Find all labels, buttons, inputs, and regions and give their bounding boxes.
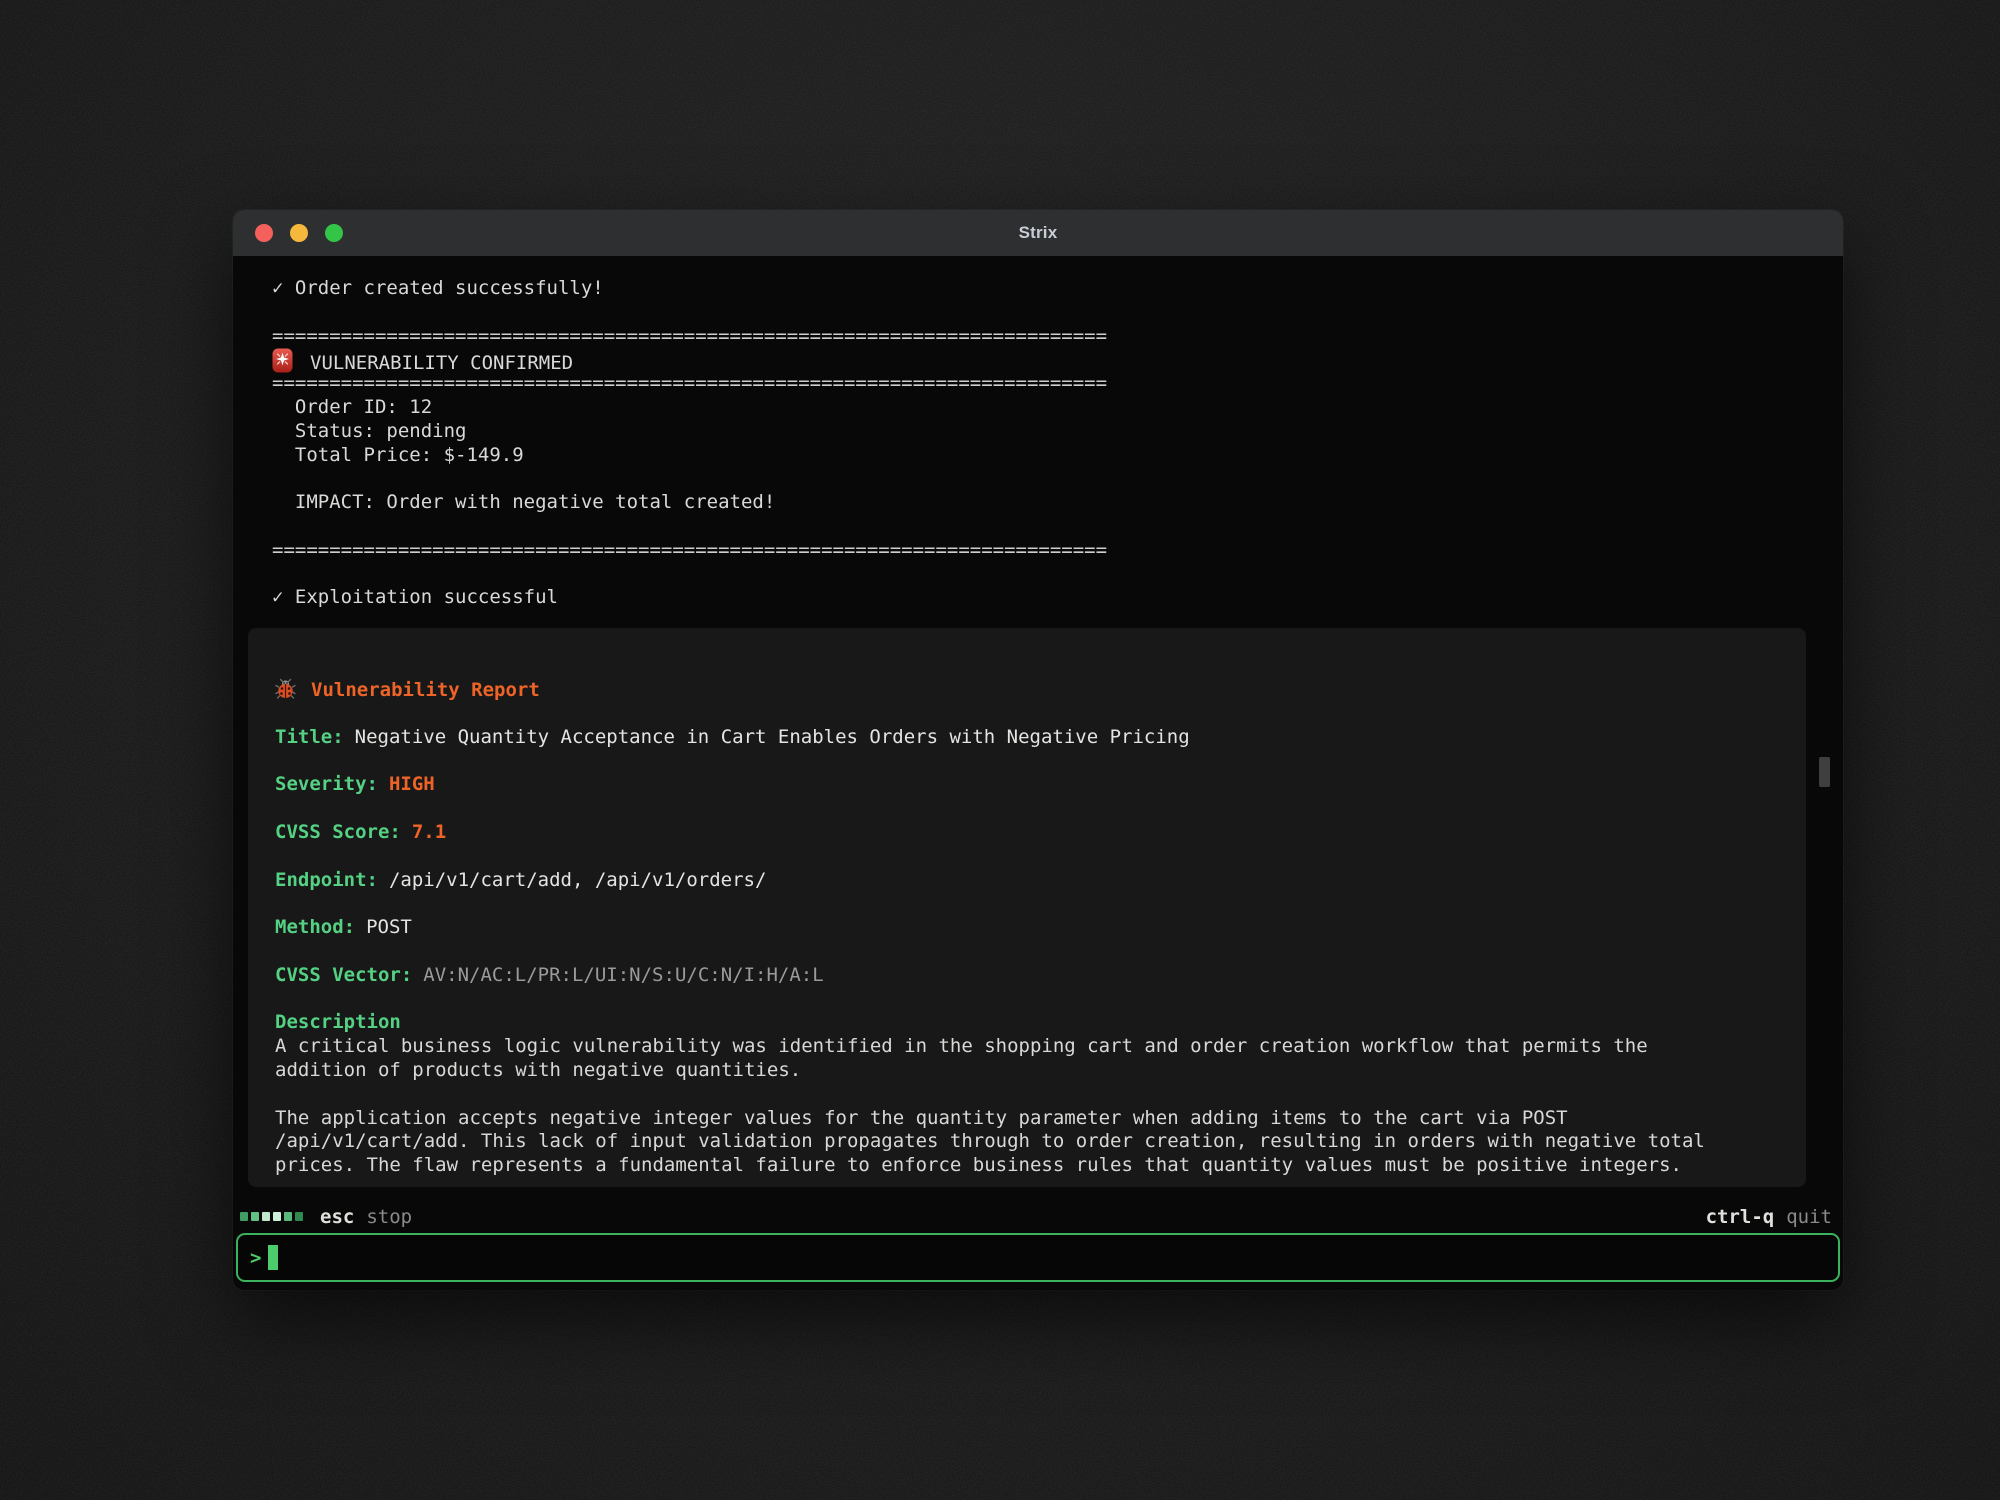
vulnerability-report-panel: Vulnerability Report Title: Negative Quan…	[248, 628, 1806, 1187]
report-header-line: Vulnerability Report	[275, 678, 1779, 702]
status-right: ctrl-q quit	[1706, 1206, 1832, 1228]
description-text: prices. The flaw represents a fundamenta…	[275, 1154, 1779, 1178]
blank-line	[233, 467, 1843, 491]
separator-line: ========================================…	[233, 372, 1843, 396]
blank-line	[233, 563, 1843, 587]
field-method: Method: POST	[275, 916, 1779, 940]
log-line-status: Status: pending	[233, 420, 1843, 444]
terminal-output: ✓ Order created successfully! ==========…	[233, 256, 1843, 1200]
field-value: /api/v1/cart/add, /api/v1/orders/	[389, 869, 767, 891]
blank-line	[275, 1083, 1779, 1107]
window-title: Strix	[1019, 223, 1058, 243]
log-line-total-price: Total Price: $-149.9	[233, 444, 1843, 468]
blank-line	[275, 988, 1779, 1012]
description-text: addition of products with negative quant…	[275, 1059, 1779, 1083]
minimize-button[interactable]	[290, 224, 308, 242]
blank-line	[233, 301, 1843, 325]
blank-line	[233, 515, 1843, 539]
traffic-lights	[244, 210, 343, 256]
separator-line: ========================================…	[233, 325, 1843, 349]
log-line-impact: IMPACT: Order with negative total create…	[233, 491, 1843, 515]
scrollbar-thumb[interactable]	[1819, 757, 1830, 787]
field-value: Negative Quantity Acceptance in Cart Ena…	[355, 726, 1190, 748]
field-endpoint: Endpoint: /api/v1/cart/add, /api/v1/order…	[275, 869, 1779, 893]
ctrl-q-key-hint: ctrl-q	[1706, 1206, 1775, 1228]
status-left: esc stop	[240, 1206, 412, 1228]
bug-icon	[275, 678, 296, 706]
field-label: Endpoint:	[275, 869, 378, 891]
desktop-background: Strix ✓ Order created successfully! ====…	[0, 0, 2000, 1500]
field-value: POST	[366, 916, 412, 938]
status-bar: esc stop ctrl-q quit	[233, 1203, 1843, 1230]
titlebar: Strix	[233, 210, 1843, 256]
description-text: The application accepts negative integer…	[275, 1107, 1779, 1131]
field-severity: Severity: HIGH	[275, 773, 1779, 797]
log-line-exploitation: ✓ Exploitation successful	[233, 586, 1843, 610]
field-label: Severity:	[275, 773, 378, 795]
report-title: Vulnerability Report	[311, 679, 540, 701]
blank-line	[275, 750, 1779, 774]
field-cvss-vector: CVSS Vector: AV:N/AC:L/PR:L/UI:N/S:U/C:N/…	[275, 964, 1779, 988]
severity-badge: HIGH	[389, 773, 435, 795]
strix-window: Strix ✓ Order created successfully! ====…	[233, 210, 1843, 1290]
esc-key-hint: esc	[320, 1206, 354, 1228]
log-line-banner: VULNERABILITY CONFIRMED	[233, 348, 1843, 372]
field-label: Method:	[275, 916, 355, 938]
log-line-order-id: Order ID: 12	[233, 396, 1843, 420]
log-line-order-created: ✓ Order created successfully!	[233, 277, 1843, 301]
field-label: CVSS Vector:	[275, 964, 412, 986]
description-text: /api/v1/cart/add. This lack of input val…	[275, 1130, 1779, 1154]
prompt-symbol: >	[250, 1247, 261, 1269]
text-cursor	[268, 1245, 278, 1270]
blank-line	[275, 845, 1779, 869]
quit-action-label: quit	[1786, 1206, 1832, 1228]
field-title: Title: Negative Quantity Acceptance in Ca…	[275, 726, 1779, 750]
field-label: CVSS Score:	[275, 821, 401, 843]
activity-spinner	[240, 1212, 303, 1221]
description-text: A critical business logic vulnerability …	[275, 1035, 1779, 1059]
maximize-button[interactable]	[325, 224, 343, 242]
blank-line	[275, 702, 1779, 726]
stop-action-label: stop	[366, 1206, 412, 1228]
cvss-score-value: 7.1	[412, 821, 446, 843]
blank-line	[275, 940, 1779, 964]
field-value: AV:N/AC:L/PR:L/UI:N/S:U/C:N/I:H/A:L	[423, 964, 823, 986]
field-cvss-score: CVSS Score: 7.1	[275, 821, 1779, 845]
separator-line: ========================================…	[233, 539, 1843, 563]
description-heading: Description	[275, 1011, 1779, 1035]
close-button[interactable]	[255, 224, 273, 242]
banner-label: VULNERABILITY CONFIRMED	[310, 352, 573, 374]
blank-line	[275, 797, 1779, 821]
blank-line	[275, 892, 1779, 916]
command-input[interactable]: >	[236, 1233, 1840, 1282]
field-label: Title:	[275, 726, 344, 748]
